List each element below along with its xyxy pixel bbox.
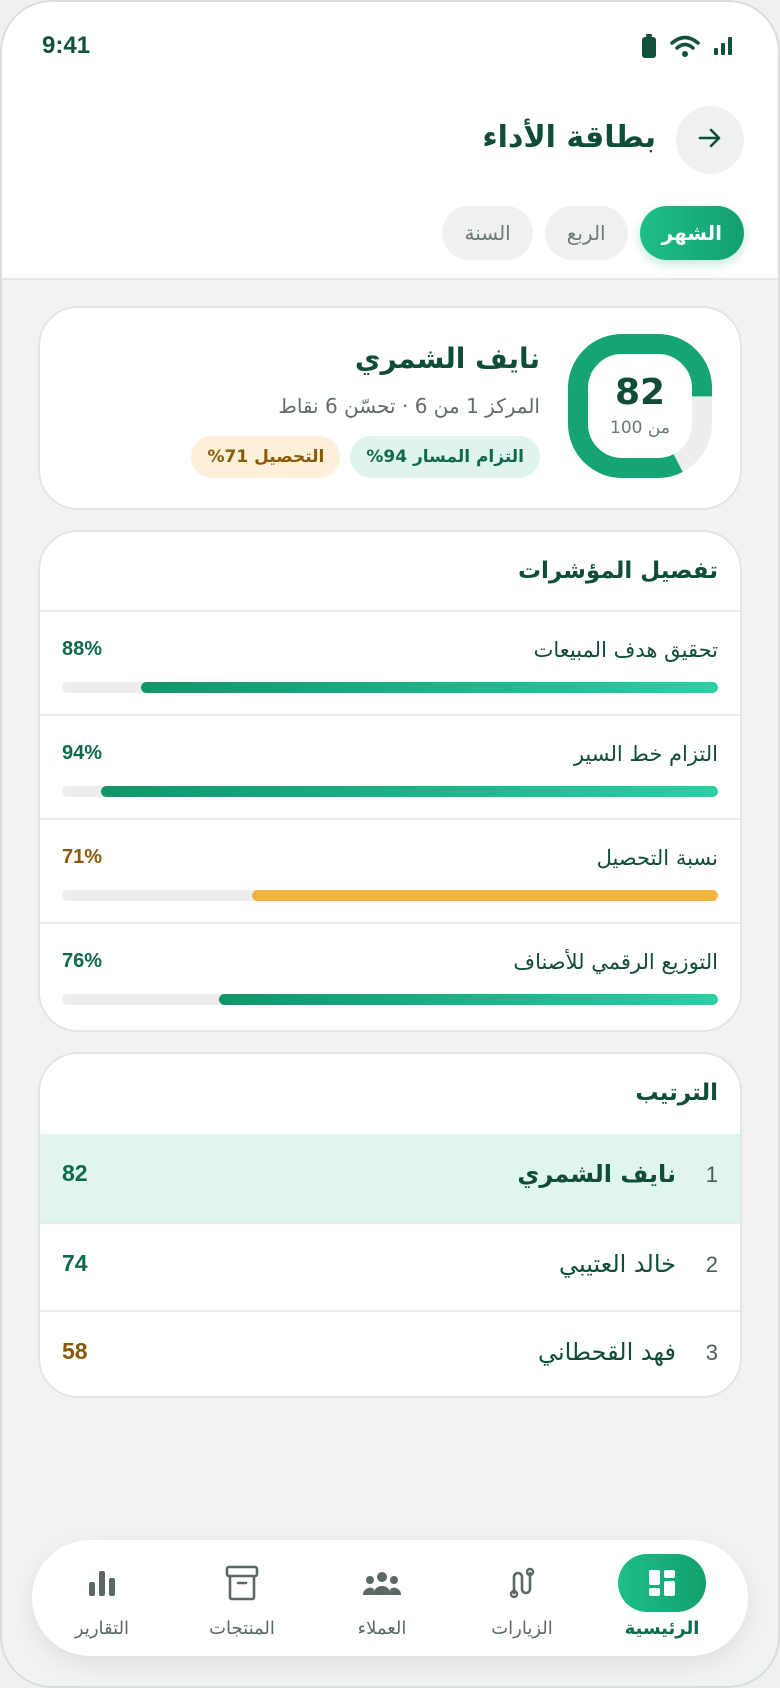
rank-name: خالد العتيبي [559, 1250, 676, 1278]
kpi-value: 76% [62, 950, 103, 972]
kpi-value: 94% [62, 742, 103, 764]
nav-item-customers[interactable]: العملاء [312, 1540, 452, 1656]
nav-label: الزيارات [491, 1618, 553, 1639]
tab-year[interactable]: السنة [442, 206, 533, 260]
kpi-row: التزام خط السير 94% [40, 714, 740, 818]
kpi-progress-fill [101, 786, 718, 797]
ranking-row[interactable]: 2 خالد العتيبي 74 [40, 1222, 740, 1310]
arrow-right-icon [696, 124, 724, 156]
back-button[interactable] [676, 106, 744, 174]
kpi-progress-track [62, 786, 718, 797]
nav-label: المنتجات [209, 1618, 275, 1639]
score-value: 82 [614, 372, 666, 413]
kpi-progress-track [62, 890, 718, 901]
rank-score: 58 [62, 1338, 88, 1364]
nav-label: العملاء [357, 1618, 407, 1639]
profile-subtitle: المركز 1 من 6 · تحسّن 6 نقاط [278, 394, 540, 418]
bar-chart-icon [58, 1554, 146, 1612]
profile-name: نايف الشمري [354, 342, 540, 375]
nav-item-visits[interactable]: الزيارات [452, 1540, 592, 1656]
bottom-nav: الرئيسية الزيارات العملاء المنتجات التقا… [32, 1540, 748, 1656]
kpi-row: نسبة التحصيل 71% [40, 818, 740, 922]
phone-screen: 9:41 بطاقة الأداء الشهر الربع السنة 82 م… [0, 0, 780, 1688]
kpi-row: تحقيق هدف المبيعات 88% [40, 610, 740, 714]
rank-position: 3 [705, 1340, 718, 1365]
kpi-label: التوزيع الرقمي للأصناف [513, 950, 718, 974]
profile-chips: التزام المسار 94% التحصيل 71% [191, 436, 540, 478]
rank-name: نايف الشمري [517, 1160, 676, 1188]
ranking-card: الترتيب 1 نايف الشمري 82 2 خالد العتيبي … [38, 1052, 742, 1398]
rank-position: 2 [705, 1252, 718, 1277]
ranking-row[interactable]: 3 فهد القحطاني 58 [40, 1310, 740, 1396]
kpi-progress-fill [219, 994, 718, 1005]
kpi-progress-track [62, 994, 718, 1005]
kpi-label: التزام خط السير [573, 742, 718, 766]
tab-month[interactable]: الشهر [639, 206, 744, 260]
collection-chip: التحصيل 71% [191, 436, 341, 478]
nav-label: التقارير [74, 1618, 130, 1639]
wifi-icon [670, 35, 700, 61]
ranking-card-title: الترتيب [635, 1080, 718, 1106]
nav-item-home[interactable]: الرئيسية [592, 1540, 732, 1656]
period-tabs: الشهر الربع السنة [442, 206, 744, 260]
kpi-progress-fill [140, 682, 718, 693]
kpi-breakdown-card: تفصيل المؤشرات تحقيق هدف المبيعات 88% ال… [38, 530, 742, 1032]
tab-quarter[interactable]: الربع [544, 206, 628, 260]
kpi-label: نسبة التحصيل [596, 846, 718, 870]
rank-score: 82 [62, 1160, 88, 1186]
kpi-value: 71% [62, 846, 103, 868]
ranking-row-current-user[interactable]: 1 نايف الشمري 82 [40, 1134, 740, 1222]
page-title: بطاقة الأداء [482, 120, 656, 155]
users-icon [338, 1554, 426, 1612]
archive-box-icon [198, 1554, 286, 1612]
page-header: بطاقة الأداء الشهر الربع السنة [2, 94, 778, 280]
signal-icon [714, 37, 732, 59]
nav-item-products[interactable]: المنتجات [172, 1540, 312, 1656]
kpi-row: التوزيع الرقمي للأصناف 76% [40, 922, 740, 1026]
kpi-progress-track [62, 682, 718, 693]
route-icon [478, 1554, 566, 1612]
nav-label: الرئيسية [624, 1618, 700, 1639]
rank-name: فهد القحطاني [537, 1338, 676, 1366]
kpi-value: 88% [62, 638, 103, 660]
rank-score: 74 [62, 1250, 88, 1276]
route-compliance-chip: التزام المسار 94% [350, 436, 540, 478]
kpi-card-title: تفصيل المؤشرات [517, 558, 718, 584]
rank-position: 1 [705, 1162, 718, 1187]
battery-icon [642, 34, 656, 62]
kpi-label: تحقيق هدف المبيعات [533, 638, 718, 662]
status-time: 9:41 [42, 32, 91, 59]
kpi-progress-fill [252, 890, 718, 901]
score-max: من 100 [610, 418, 670, 438]
profile-card: 82 من 100 نايف الشمري المركز 1 من 6 · تح… [38, 306, 742, 510]
dashboard-icon [618, 1554, 706, 1612]
nav-item-reports[interactable]: التقارير [32, 1540, 172, 1656]
status-bar: 9:41 [2, 2, 778, 94]
status-icons [642, 34, 732, 62]
